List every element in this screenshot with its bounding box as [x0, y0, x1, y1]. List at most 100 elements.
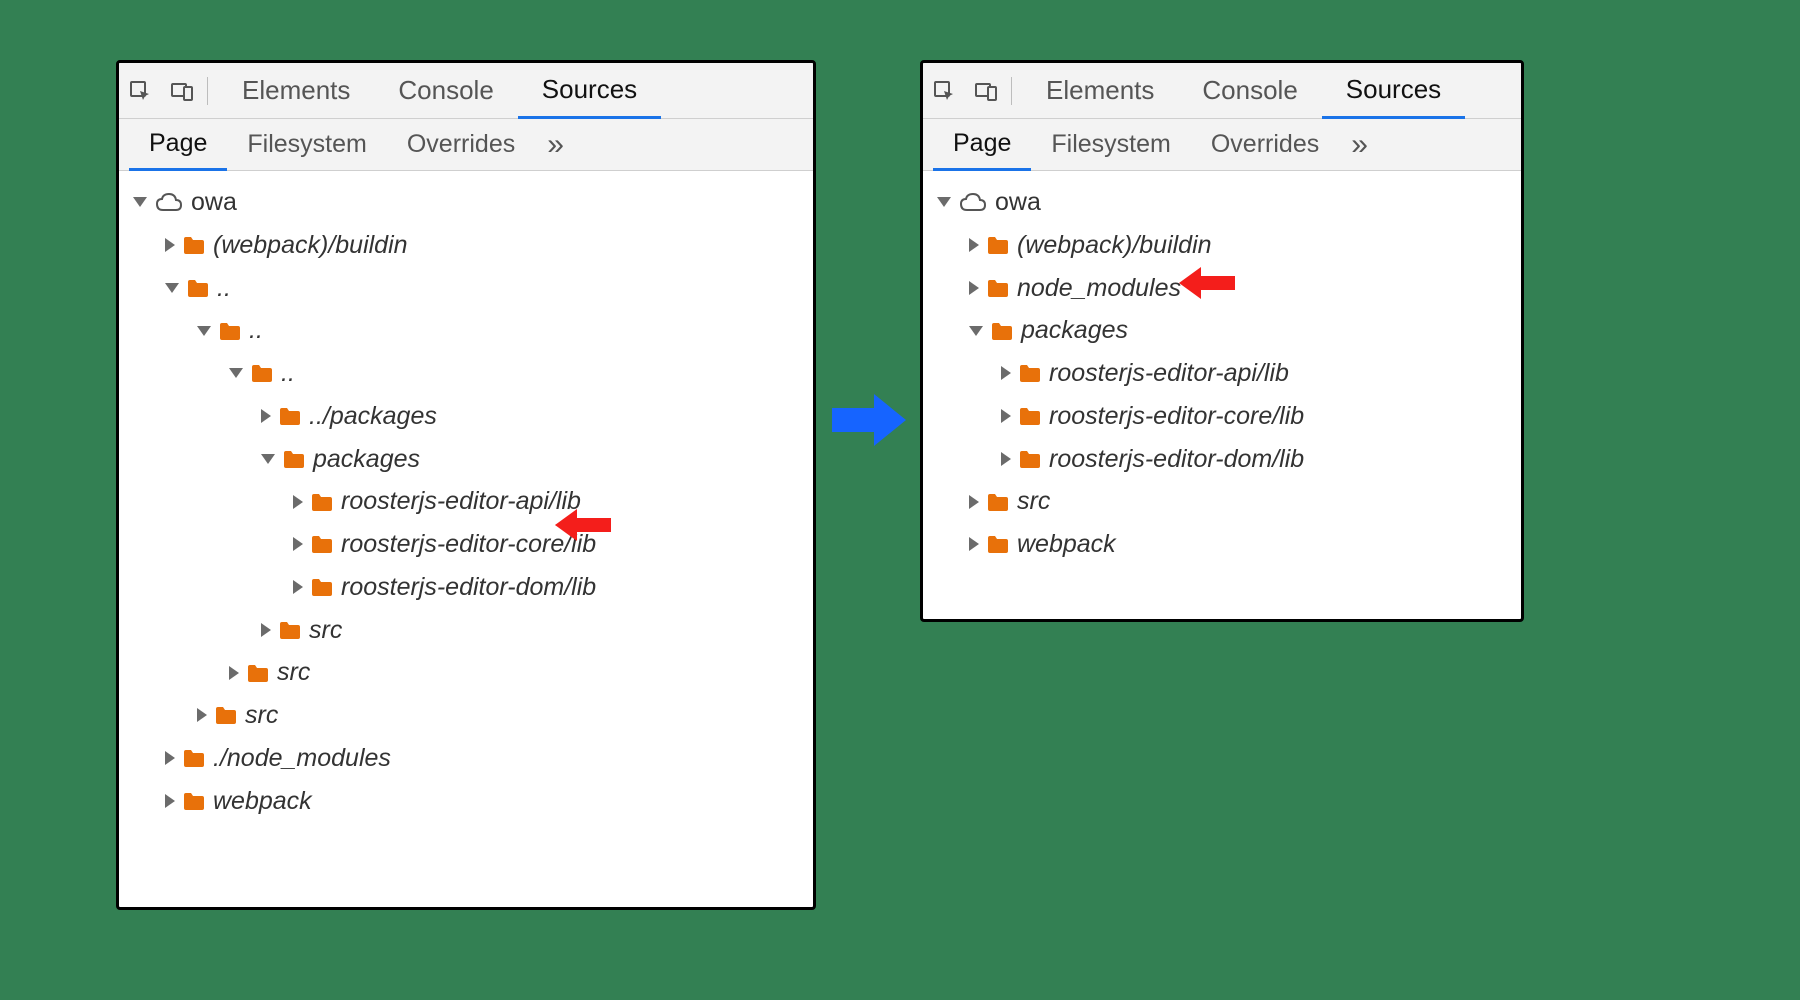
subtab-label: Filesystem [247, 130, 366, 159]
folder-icon [987, 493, 1009, 511]
tab-elements[interactable]: Elements [218, 63, 374, 118]
tree-item[interactable]: ./node_modules [125, 737, 807, 780]
tree-item[interactable]: src [929, 480, 1515, 523]
devtools-panel-before: Elements Console Sources Page Filesystem… [116, 60, 816, 910]
folder-icon [183, 236, 205, 254]
tree-item[interactable]: (webpack)/buildin [125, 224, 807, 267]
tree-item[interactable]: src [125, 694, 807, 737]
disclosure-right-icon[interactable] [293, 537, 303, 551]
disclosure-right-icon[interactable] [293, 580, 303, 594]
folder-icon [219, 322, 241, 340]
tab-sources[interactable]: Sources [518, 64, 661, 119]
tree-item[interactable]: src [125, 609, 807, 652]
disclosure-right-icon[interactable] [969, 281, 979, 295]
tree-item-label: ../packages [309, 397, 437, 436]
tree-item-label: roosterjs-editor-api/lib [1049, 354, 1289, 393]
tree-item-label: src [277, 653, 310, 692]
disclosure-right-icon[interactable] [229, 666, 239, 680]
disclosure-down-icon[interactable] [197, 326, 211, 336]
disclosure-down-icon[interactable] [937, 197, 951, 207]
subtab-more-icon[interactable]: » [1339, 128, 1380, 162]
tree-root[interactable]: owa [929, 181, 1515, 224]
file-tree: owa(webpack)/buildin...... ../packagespac… [119, 171, 813, 832]
folder-icon [187, 279, 209, 297]
disclosure-right-icon[interactable] [1001, 366, 1011, 380]
folder-icon [987, 535, 1009, 553]
disclosure-right-icon[interactable] [969, 495, 979, 509]
tree-item-label: roosterjs-editor-dom/lib [1049, 440, 1304, 479]
tab-label: Console [398, 75, 493, 106]
disclosure-right-icon[interactable] [293, 495, 303, 509]
tree-item[interactable]: roosterjs-editor-api/lib [125, 480, 807, 523]
device-toggle-icon[interactable] [161, 63, 203, 118]
tree-item[interactable]: .. [125, 352, 807, 395]
folder-icon [183, 792, 205, 810]
disclosure-right-icon[interactable] [1001, 452, 1011, 466]
tree-item[interactable]: roosterjs-editor-core/lib [929, 395, 1515, 438]
tree-item[interactable]: roosterjs-editor-dom/lib [125, 566, 807, 609]
disclosure-right-icon[interactable] [969, 238, 979, 252]
subtab-overrides[interactable]: Overrides [387, 119, 535, 170]
subtab-label: Page [953, 129, 1011, 158]
subtab-page[interactable]: Page [129, 120, 227, 171]
disclosure-right-icon[interactable] [261, 623, 271, 637]
tree-item[interactable]: packages [929, 309, 1515, 352]
disclosure-down-icon[interactable] [133, 197, 147, 207]
tree-item-label: .. [217, 269, 231, 308]
device-toggle-icon[interactable] [965, 63, 1007, 118]
tab-console[interactable]: Console [1178, 63, 1321, 118]
tree-item[interactable]: roosterjs-editor-api/lib [929, 352, 1515, 395]
folder-icon [251, 364, 273, 382]
more-label: » [1351, 128, 1368, 161]
disclosure-down-icon[interactable] [165, 283, 179, 293]
tree-item[interactable]: ../packages [125, 395, 807, 438]
subtab-overrides[interactable]: Overrides [1191, 119, 1339, 170]
tree-root[interactable]: owa [125, 181, 807, 224]
tree-item[interactable]: src [125, 651, 807, 694]
tree-item[interactable]: .. [125, 267, 807, 310]
tree-item-label: .. [281, 354, 295, 393]
tree-item[interactable]: roosterjs-editor-core/lib [125, 523, 807, 566]
disclosure-down-icon[interactable] [261, 454, 275, 464]
folder-icon [1019, 364, 1041, 382]
folder-icon [283, 450, 305, 468]
tree-item[interactable]: roosterjs-editor-dom/lib [929, 438, 1515, 481]
tree-item[interactable]: node_modules [929, 267, 1515, 310]
disclosure-right-icon[interactable] [165, 794, 175, 808]
tree-item[interactable]: webpack [125, 780, 807, 823]
subtab-label: Overrides [1211, 130, 1319, 159]
tree-item-label: src [1017, 482, 1050, 521]
subtab-more-icon[interactable]: » [535, 128, 576, 162]
disclosure-right-icon[interactable] [165, 238, 175, 252]
subtab-label: Page [149, 129, 207, 158]
tab-label: Elements [1046, 75, 1154, 106]
tab-sources[interactable]: Sources [1322, 64, 1465, 119]
tree-item-label: node_modules [1017, 269, 1181, 308]
folder-icon [279, 407, 301, 425]
subtab-page[interactable]: Page [933, 120, 1031, 171]
tree-item[interactable]: packages [125, 438, 807, 481]
tab-label: Sources [1346, 74, 1441, 105]
disclosure-down-icon[interactable] [969, 326, 983, 336]
disclosure-right-icon[interactable] [261, 409, 271, 423]
tree-item[interactable]: webpack [929, 523, 1515, 566]
disclosure-right-icon[interactable] [969, 537, 979, 551]
inspect-icon[interactable] [119, 63, 161, 118]
disclosure-right-icon[interactable] [165, 751, 175, 765]
inspect-icon[interactable] [923, 63, 965, 118]
subtab-filesystem[interactable]: Filesystem [1031, 119, 1190, 170]
disclosure-down-icon[interactable] [229, 368, 243, 378]
tree-root-label: owa [191, 183, 237, 222]
tree-item[interactable]: (webpack)/buildin [929, 224, 1515, 267]
devtools-topbar: Elements Console Sources [119, 63, 813, 119]
tab-elements[interactable]: Elements [1022, 63, 1178, 118]
tree-item-label: roosterjs-editor-core/lib [1049, 397, 1304, 436]
tree-root-label: owa [995, 183, 1041, 222]
folder-icon [987, 236, 1009, 254]
subtab-filesystem[interactable]: Filesystem [227, 119, 386, 170]
tab-console[interactable]: Console [374, 63, 517, 118]
disclosure-right-icon[interactable] [1001, 409, 1011, 423]
disclosure-right-icon[interactable] [197, 708, 207, 722]
tree-item[interactable]: .. [125, 309, 807, 352]
folder-icon [1019, 407, 1041, 425]
